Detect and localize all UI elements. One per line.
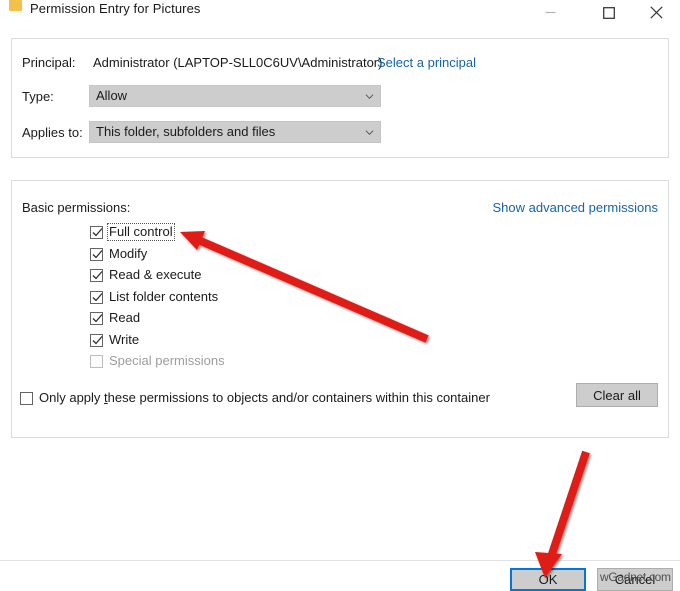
principal-value: Administrator (LAPTOP-SLL0C6UV\Administr… bbox=[93, 55, 383, 70]
folder-icon bbox=[9, 0, 22, 12]
checkmark-icon bbox=[92, 249, 103, 258]
type-selected-value: Allow bbox=[96, 88, 128, 103]
permission-checkbox[interactable] bbox=[90, 312, 103, 325]
permission-checkbox[interactable] bbox=[90, 269, 103, 282]
minimize-button[interactable] bbox=[528, 0, 573, 25]
checkmark-icon bbox=[92, 335, 103, 344]
show-advanced-permissions-link[interactable]: Show advanced permissions bbox=[493, 200, 658, 215]
permission-row[interactable]: Write bbox=[90, 332, 370, 354]
type-dropdown[interactable]: Allow bbox=[89, 85, 381, 107]
permission-checkbox-list: Full control Modify Read & execute List fol… bbox=[90, 223, 370, 375]
type-label: Type: bbox=[22, 89, 54, 104]
clear-all-button[interactable]: Clear all bbox=[576, 383, 658, 407]
permission-row[interactable]: List folder contents bbox=[90, 289, 370, 311]
chevron-down-icon bbox=[365, 94, 374, 100]
checkmark-icon bbox=[92, 314, 103, 323]
permission-row[interactable]: Read & execute bbox=[90, 267, 370, 289]
permission-checkbox[interactable] bbox=[90, 247, 103, 261]
title-bar: Permission Entry for Pictures bbox=[0, 0, 680, 25]
chevron-down-icon bbox=[365, 130, 374, 136]
close-icon bbox=[650, 6, 663, 19]
permission-label: Read bbox=[109, 310, 141, 325]
maximize-button[interactable] bbox=[586, 0, 631, 25]
applies-to-label: Applies to: bbox=[22, 125, 83, 140]
applies-to-dropdown[interactable]: This folder, subfolders and files bbox=[89, 121, 381, 143]
permission-row[interactable]: Modify bbox=[90, 246, 370, 268]
maximize-icon bbox=[602, 6, 615, 19]
only-apply-row[interactable]: Only apply these permissions to objects … bbox=[20, 390, 490, 406]
permission-entry-dialog: Permission Entry for Pictures Principal:… bbox=[0, 0, 680, 591]
permission-checkbox[interactable] bbox=[90, 226, 103, 239]
permission-row[interactable]: Read bbox=[90, 310, 370, 332]
applies-to-selected-value: This folder, subfolders and files bbox=[96, 124, 276, 139]
permission-label: Special permissions bbox=[109, 353, 225, 368]
permission-label: Full control bbox=[107, 223, 175, 241]
checkmark-icon bbox=[92, 228, 103, 237]
close-button[interactable] bbox=[634, 0, 679, 25]
permission-label: List folder contents bbox=[109, 288, 219, 304]
permission-row[interactable]: Full control bbox=[90, 223, 370, 246]
permission-checkbox[interactable] bbox=[90, 290, 103, 304]
permission-label: Modify bbox=[109, 245, 148, 261]
ok-button[interactable]: OK bbox=[510, 568, 586, 591]
principal-label: Principal: bbox=[22, 55, 76, 70]
minimize-icon bbox=[545, 11, 556, 14]
footer-separator bbox=[0, 560, 680, 561]
permission-checkbox[interactable] bbox=[90, 333, 103, 347]
permission-checkbox bbox=[90, 355, 103, 368]
permission-label: Write bbox=[109, 331, 140, 347]
select-a-principal-link[interactable]: Select a principal bbox=[377, 55, 476, 70]
window-title: Permission Entry for Pictures bbox=[30, 1, 201, 16]
only-apply-checkbox[interactable] bbox=[20, 392, 33, 405]
permission-row[interactable]: Special permissions bbox=[90, 353, 370, 375]
basic-permissions-heading: Basic permissions: bbox=[22, 200, 131, 215]
permission-label: Read & execute bbox=[109, 267, 202, 282]
checkmark-icon bbox=[92, 292, 103, 301]
watermark-text: wGadnet.com bbox=[600, 570, 671, 584]
checkmark-icon bbox=[92, 271, 103, 280]
only-apply-label: Only apply these permissions to objects … bbox=[39, 390, 490, 405]
